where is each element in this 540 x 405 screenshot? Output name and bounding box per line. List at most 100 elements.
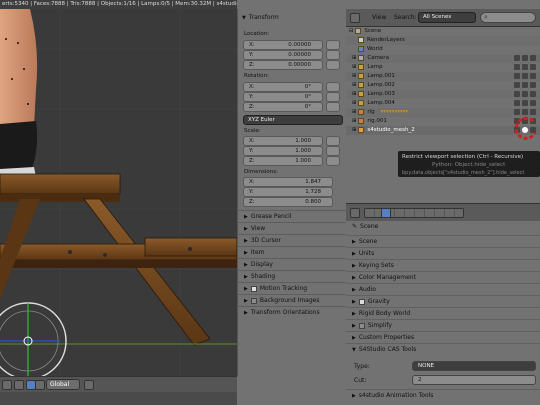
lamp-icon — [358, 81, 365, 88]
rotation-z-field[interactable]: Z: 0° — [243, 102, 323, 112]
transform-orientations-panel[interactable]: ▶ Transform Orientations — [238, 306, 347, 318]
status-bar: erts:5340 | Faces:7888 | Tris:7888 | Obj… — [0, 0, 237, 9]
shading-panel[interactable]: ▶ Shading — [238, 270, 347, 282]
motion-tracking-panel[interactable]: ▶ Motion Tracking — [238, 282, 347, 294]
lock-scale-x-icon[interactable] — [326, 136, 340, 146]
gravity-checkbox[interactable] — [358, 298, 365, 305]
outliner-row-lamp-001[interactable]: ⊞ Lamp.001 — [346, 72, 540, 81]
gravity-panel[interactable]: ▶ Gravity — [346, 295, 540, 307]
camera-icon — [358, 54, 365, 61]
outliner-row-lamp-003[interactable]: ⊞ Lamp.003 — [346, 90, 540, 99]
outliner-row-lamp[interactable]: ⊞ Lamp — [346, 63, 540, 72]
scene-breadcrumb: ✎ Scene — [352, 223, 379, 230]
tooltip-title: Restrict viewport selection (Ctrl - Recu… — [402, 154, 524, 160]
world-icon — [358, 45, 364, 52]
tooltip-python: Python: Object.hide_select — [432, 162, 506, 168]
location-x-field[interactable]: X: 0.00000 — [243, 40, 323, 50]
rotation-x-field[interactable]: X: 0° — [243, 82, 323, 92]
animation-tools-panel[interactable]: ▶ s4studio Animation Tools — [346, 389, 540, 401]
scene-panel[interactable]: ▶ Scene — [346, 235, 540, 247]
viewport-header: Global — [0, 376, 237, 392]
expand-triangle-icon: ▼ — [242, 15, 246, 21]
outliner-row-lamp-002[interactable]: ⊞ Lamp.002 — [346, 81, 540, 90]
cut-field[interactable]: 2 — [412, 375, 536, 385]
timeline-strip[interactable] — [0, 392, 237, 405]
units-panel[interactable]: ▶ Units — [346, 247, 540, 259]
transform-orientation-select[interactable]: Global — [46, 379, 80, 390]
move-icon[interactable] — [35, 380, 45, 390]
lock-z-icon[interactable] — [326, 60, 340, 70]
properties-panel: ✎ Scene ▶ Scene ▶ Units ▶ Keying Sets ▶ Color… — [346, 221, 540, 405]
background-images-panel[interactable]: ▶ Background Images — [238, 294, 347, 306]
search-icon: ⌕ — [484, 13, 488, 21]
tooltip-path: bpy.data.objects["s4studio_mesh_2"].hide… — [402, 170, 525, 176]
pivot-icon[interactable] — [2, 380, 12, 390]
tooltip: Restrict viewport selection (Ctrl - Recu… — [398, 151, 540, 177]
lamp-icon — [358, 90, 365, 97]
lock-x-icon[interactable] — [326, 40, 340, 50]
type-select[interactable]: NONE — [412, 361, 536, 371]
cas-tools-panel[interactable]: ▼ S4Studio CAS Tools — [346, 343, 540, 355]
dimensions-label: Dimensions: — [244, 169, 278, 175]
dimensions-x-field[interactable]: X: 1.847 — [243, 177, 333, 187]
viewport-scene — [0, 9, 237, 376]
3d-viewport[interactable] — [0, 9, 237, 376]
scale-x-field[interactable]: X: 1.000 — [243, 136, 323, 146]
audio-panel[interactable]: ▶ Audio — [346, 283, 540, 295]
lock-rot-x-icon[interactable] — [326, 82, 340, 92]
lock-y-icon[interactable] — [326, 50, 340, 60]
display-panel[interactable]: ▶ Display — [238, 258, 347, 270]
armature-icon — [358, 108, 365, 115]
mesh-icon — [358, 126, 365, 133]
rotation-y-field[interactable]: Y: 0° — [243, 92, 323, 102]
rotation-mode-select[interactable]: XYZ Euler — [243, 115, 343, 125]
type-label: Type: — [354, 363, 370, 370]
snap-icon[interactable] — [14, 380, 24, 390]
dimensions-z-field[interactable]: Z: 0.800 — [243, 197, 333, 207]
search-menu[interactable]: Search: — [394, 14, 417, 21]
properties-header — [346, 203, 540, 221]
display-mode-select[interactable]: All Scenes — [418, 12, 476, 23]
red-highlight-circle — [514, 116, 537, 140]
item-panel[interactable]: ▶ Item — [238, 246, 347, 258]
outliner-row-lamp-004[interactable]: ⊞ Lamp.004 — [346, 99, 540, 108]
view-panel[interactable]: ▶ View — [238, 222, 347, 234]
properties-context-tabs[interactable] — [364, 208, 464, 218]
background-images-checkbox[interactable] — [250, 297, 257, 304]
rigid-body-world-panel[interactable]: ▶ Rigid Body World — [346, 307, 540, 319]
pin-icon: ✎ — [352, 223, 358, 230]
location-z-field[interactable]: Z: 0.00000 — [243, 60, 323, 70]
outliner-row-scene[interactable]: ⊟ Scene — [346, 27, 540, 36]
outliner-row-camera[interactable]: ⊞ Camera — [346, 54, 540, 63]
3d-cursor-panel[interactable]: ▶ 3D Cursor — [238, 234, 347, 246]
motion-tracking-checkbox[interactable] — [250, 285, 257, 292]
dimensions-y-field[interactable]: Y: 1.728 — [243, 187, 333, 197]
outliner-row-renderlayers[interactable]: RenderLayers — [346, 36, 540, 45]
outliner-search-input[interactable]: ⌕ — [480, 12, 536, 23]
lamp-icon — [358, 99, 365, 106]
editor-type-icon[interactable] — [350, 208, 360, 218]
simplify-panel[interactable]: ▶ Simplify — [346, 319, 540, 331]
scene-icon — [355, 27, 362, 34]
lock-scale-z-icon[interactable] — [326, 156, 340, 166]
lock-rot-z-icon[interactable] — [326, 102, 340, 112]
layer-icon[interactable] — [84, 380, 94, 390]
picnic-table-mesh — [0, 173, 237, 346]
simplify-checkbox[interactable] — [358, 322, 365, 329]
location-y-field[interactable]: Y: 0.00000 — [243, 50, 323, 60]
scale-y-field[interactable]: Y: 1.000 — [243, 146, 323, 156]
lock-scale-y-icon[interactable] — [326, 146, 340, 156]
scene-tab-icon[interactable] — [381, 208, 391, 218]
character-mesh — [0, 9, 38, 179]
lock-rot-y-icon[interactable] — [326, 92, 340, 102]
scale-z-field[interactable]: Z: 1.000 — [243, 156, 323, 166]
keying-sets-panel[interactable]: ▶ Keying Sets — [346, 259, 540, 271]
renderlayers-icon — [358, 36, 364, 43]
grease-pencil-panel[interactable]: ▶ Grease Pencil — [238, 210, 347, 222]
editor-type-icon[interactable] — [350, 13, 360, 23]
transform-panel-header[interactable]: ▼ Transform — [242, 13, 279, 23]
view-menu[interactable]: View — [372, 14, 386, 21]
outliner-row-world[interactable]: World — [346, 45, 540, 54]
custom-properties-panel[interactable]: ▶ Custom Properties — [346, 331, 540, 343]
color-management-panel[interactable]: ▶ Color Management — [346, 271, 540, 283]
